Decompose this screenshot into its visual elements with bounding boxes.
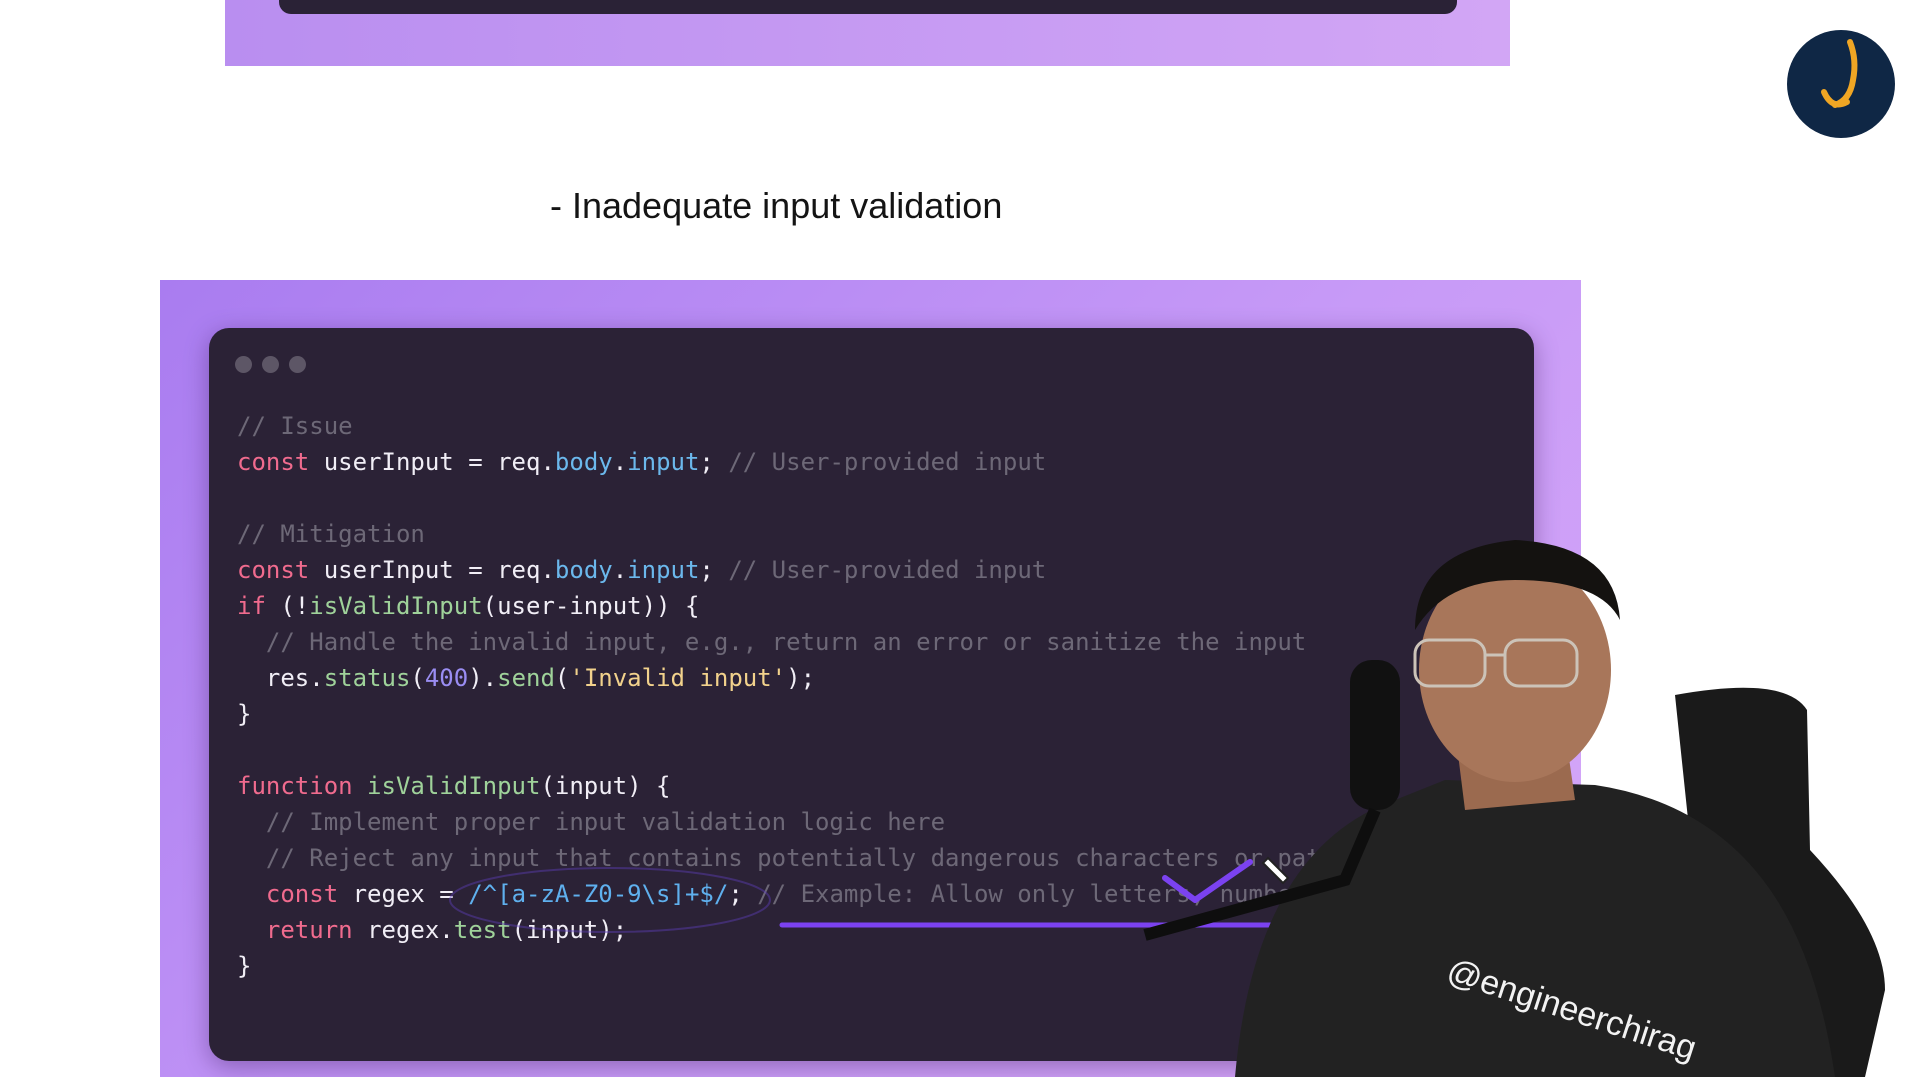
code-line-6: if (!isValidInput(user-input)) { <box>237 592 700 620</box>
channel-logo <box>1787 30 1895 138</box>
code-line-12: // Implement proper input validation log… <box>265 808 946 836</box>
code-line-8: res.status(400).send('Invalid input'); <box>265 664 816 692</box>
code-line-5: const userInput = req.body.input; // Use… <box>237 556 1047 584</box>
code-line-1: // Issue <box>237 412 353 440</box>
code-line-9: } <box>237 700 252 728</box>
code-line-16: } <box>237 952 252 980</box>
code-line-15: return regex.test(input); <box>265 916 628 944</box>
hook-logo-icon <box>1821 39 1858 108</box>
window-controls-icon <box>235 356 306 373</box>
code-line-4: // Mitigation <box>237 520 425 548</box>
previous-code-frame <box>225 0 1510 66</box>
code-line-2: const userInput = req.body.input; // Use… <box>237 448 1047 476</box>
previous-code-window <box>279 0 1457 14</box>
microphone <box>1350 660 1400 810</box>
presenter-webcam-icon: @engineerchirag <box>1143 540 1885 1077</box>
slide-heading: - Inadequate input validation <box>550 185 1003 226</box>
code-line-11: function isValidInput(input) { <box>237 772 671 800</box>
close-dot <box>235 356 252 373</box>
minimize-dot <box>262 356 279 373</box>
maximize-dot <box>289 356 306 373</box>
